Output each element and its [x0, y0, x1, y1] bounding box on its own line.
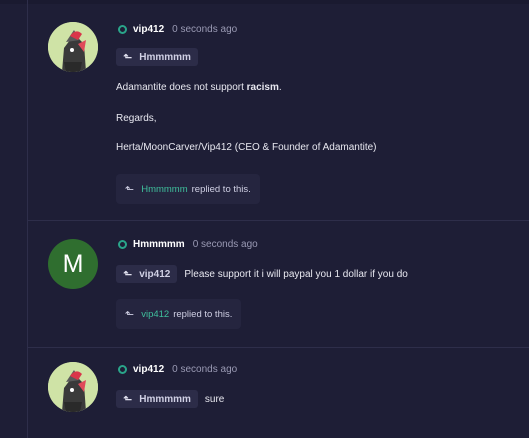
reply-to-badge[interactable]: ⬑ vip412 — [116, 265, 178, 283]
post-header: vip412 0 seconds ago — [118, 362, 237, 376]
post-body-row: ⬑ vip412 Please support it i will paypal… — [116, 265, 408, 283]
post-header: Hmmmmm 0 seconds ago — [118, 237, 258, 251]
body-text: Adamantite does not support — [116, 82, 247, 93]
reply-to-name: vip412 — [139, 268, 171, 280]
reply-arrow-icon: ⬑ — [125, 308, 135, 321]
reply-to-name: Hmmmmm — [139, 393, 191, 405]
online-status-icon — [118, 364, 127, 374]
reply-to-name: Hmmmmm — [139, 51, 191, 63]
avatar-letter: M — [62, 249, 84, 278]
post-timestamp: 0 seconds ago — [172, 23, 238, 35]
post-body-line: Herta/MoonCarver/Vip412 (CEO & Founder o… — [116, 142, 377, 153]
online-status-icon — [118, 239, 127, 249]
post-message: sure — [204, 393, 225, 405]
reply-arrow-icon: ⬑ — [125, 183, 135, 196]
post-timestamp: 0 seconds ago — [172, 363, 238, 375]
replies-indicator[interactable]: ⬑ Hmmmmm replied to this. — [116, 174, 260, 204]
comment-post: vip412 0 seconds ago ⬑ Hmmmmm Adamantite… — [28, 0, 529, 220]
replied-by-name[interactable]: vip412 — [141, 309, 169, 320]
post-body-line: Adamantite does not support racism. — [116, 82, 282, 93]
body-text-end: . — [278, 82, 282, 93]
character-avatar-icon — [48, 22, 98, 72]
body-bold-text: racism — [246, 82, 279, 93]
post-username[interactable]: Hmmmmm — [133, 239, 185, 250]
post-body-row: ⬑ Hmmmmm sure — [116, 390, 224, 408]
post-timestamp: 0 seconds ago — [192, 238, 258, 250]
user-avatar[interactable]: M — [48, 239, 98, 289]
post-header: vip412 0 seconds ago — [118, 22, 237, 36]
post-message: Please support it i will paypal you 1 do… — [184, 268, 408, 280]
post-username[interactable]: vip412 — [133, 364, 164, 375]
reply-arrow-icon: ⬑ — [123, 51, 133, 64]
post-body-line: Regards, — [116, 113, 157, 124]
comment-post: vip412 0 seconds ago ⬑ Hmmmmm sure — [28, 348, 529, 438]
reply-arrow-icon: ⬑ — [123, 393, 133, 406]
reply-to-badge[interactable]: ⬑ Hmmmmm — [116, 390, 198, 408]
user-avatar[interactable] — [48, 22, 98, 72]
replied-suffix: replied to this. — [173, 308, 233, 320]
online-status-icon — [118, 24, 127, 34]
replied-suffix: replied to this. — [191, 183, 251, 195]
replies-indicator[interactable]: ⬑ vip412 replied to this. — [116, 299, 242, 329]
character-avatar-icon — [48, 362, 98, 412]
replied-by-name[interactable]: Hmmmmm — [141, 184, 187, 195]
comment-post: M Hmmmmm 0 seconds ago ⬑ vip412 Please s… — [28, 221, 529, 347]
post-username[interactable]: vip412 — [133, 24, 164, 35]
reply-to-badge[interactable]: ⬑ Hmmmmm — [116, 48, 198, 66]
reply-arrow-icon: ⬑ — [123, 268, 133, 281]
user-avatar[interactable] — [48, 362, 98, 412]
